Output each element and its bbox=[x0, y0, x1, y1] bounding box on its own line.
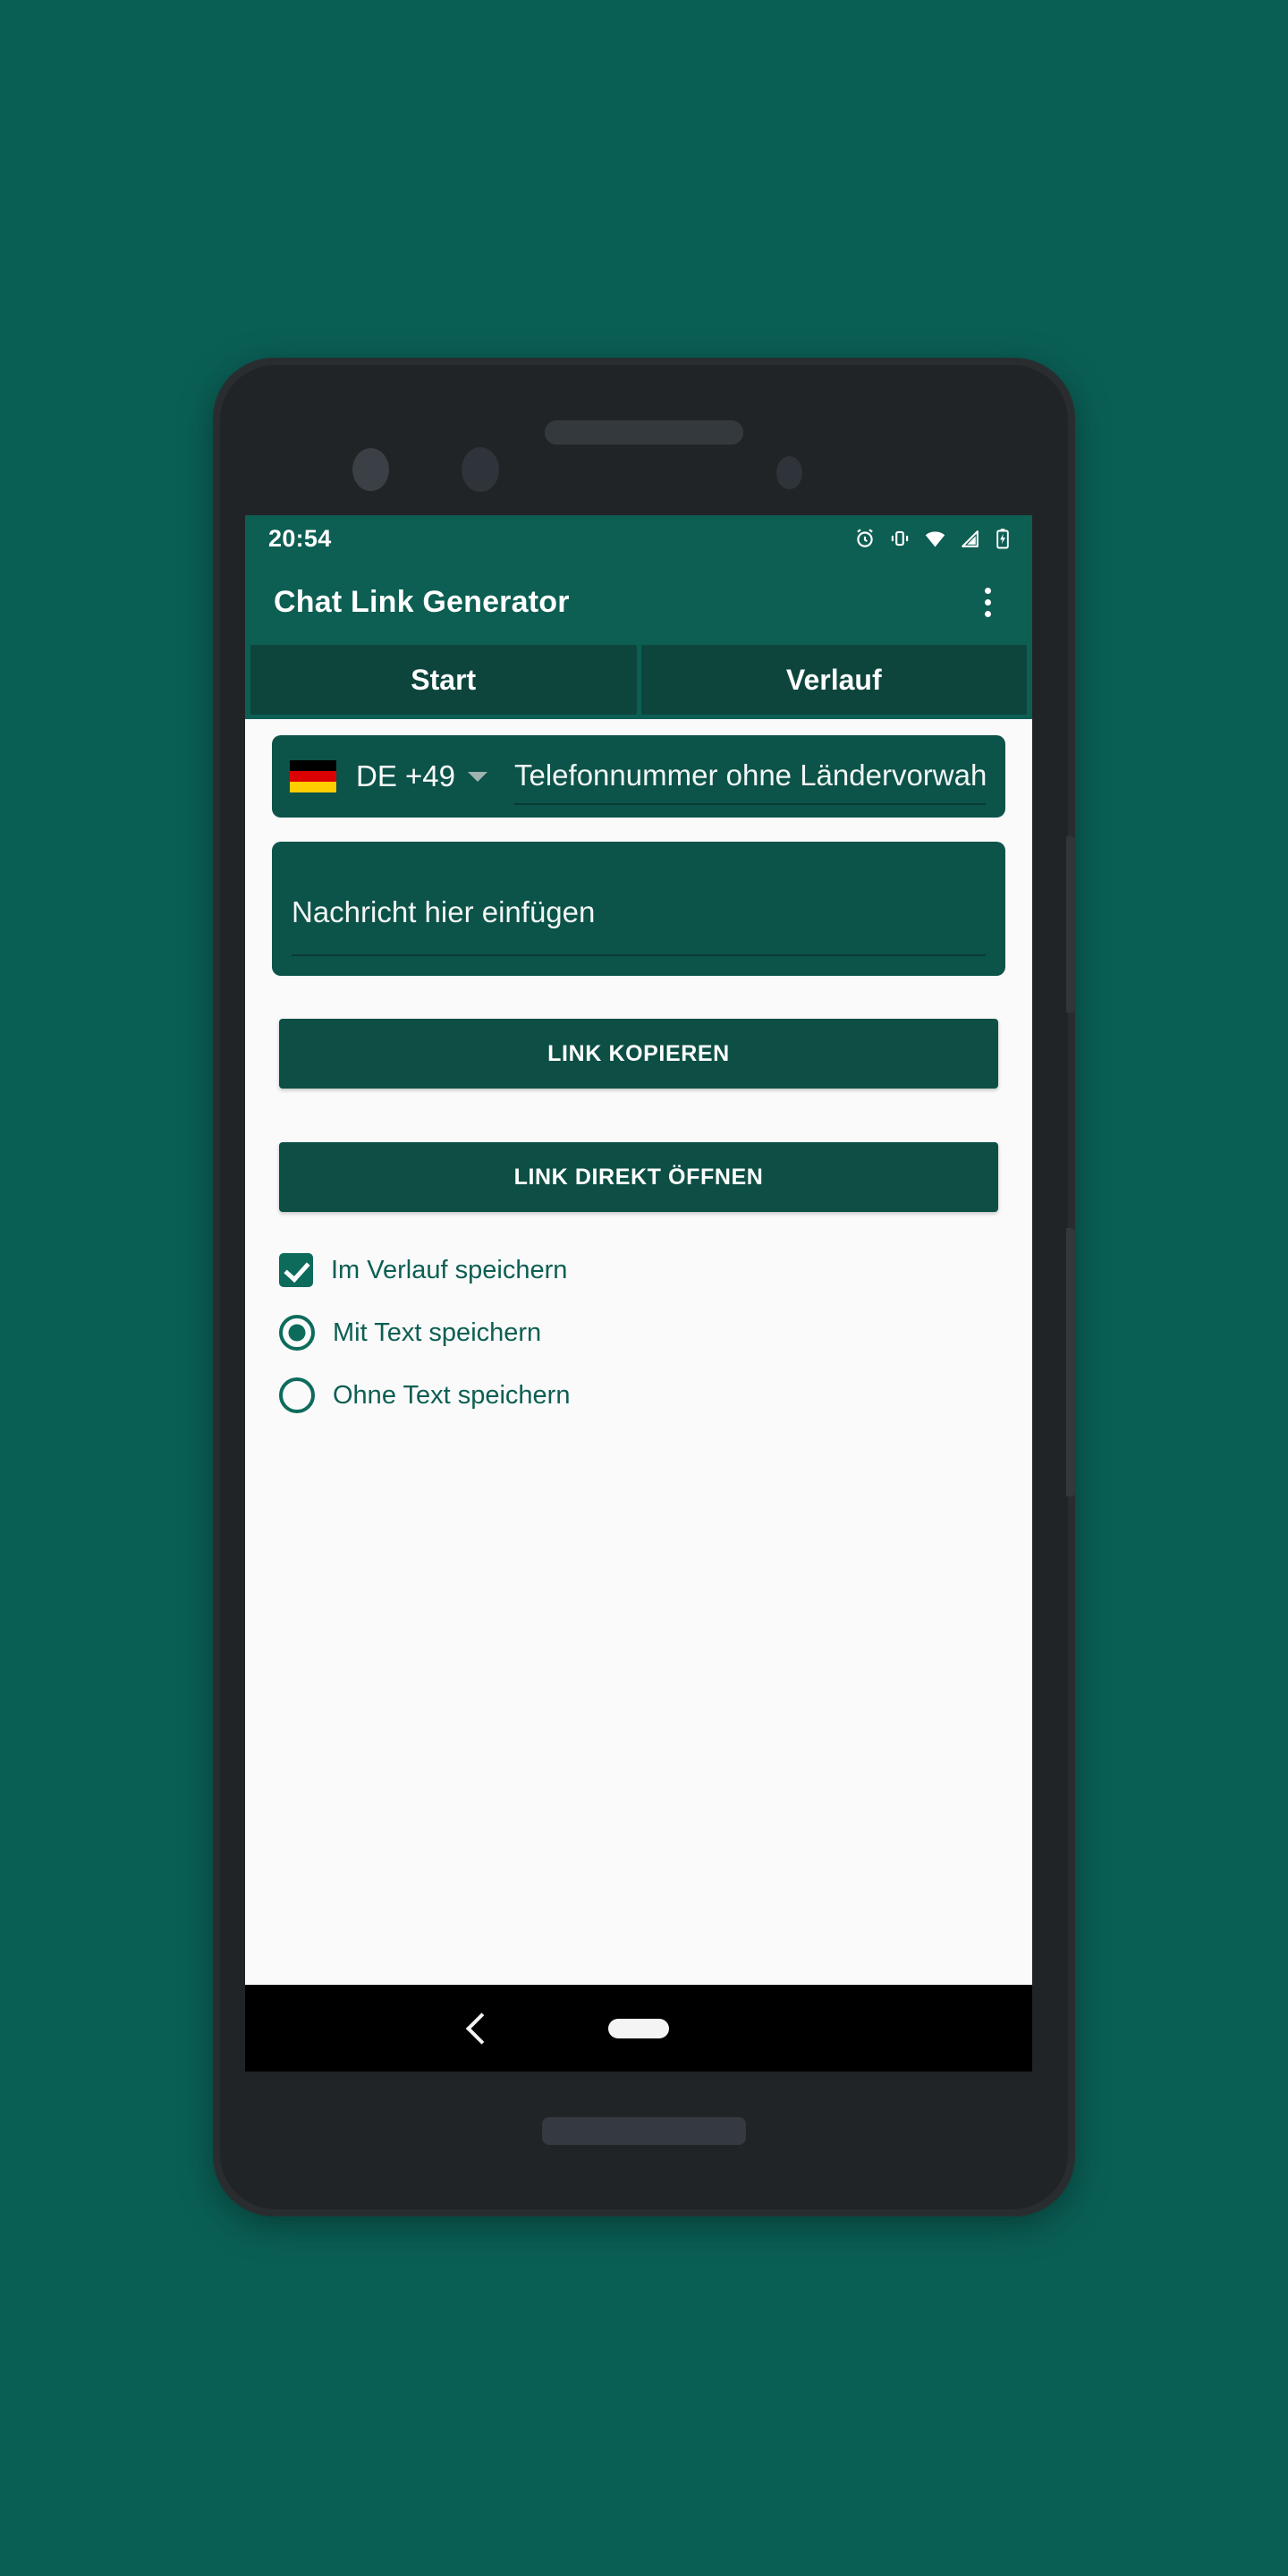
phone-number-row: DE +49 Telefonnummer ohne Ländervorwahl bbox=[272, 735, 1005, 818]
wifi-icon bbox=[923, 527, 947, 551]
country-code-label[interactable]: DE +49 bbox=[356, 759, 455, 793]
tab-verlauf[interactable]: Verlauf bbox=[640, 645, 1027, 715]
earpiece-speaker-icon bbox=[545, 420, 743, 445]
vibrate-icon bbox=[888, 527, 911, 550]
status-clock: 20:54 bbox=[268, 524, 332, 552]
power-button[interactable] bbox=[1066, 1228, 1076, 1496]
back-chevron-icon[interactable] bbox=[465, 2012, 498, 2045]
option-save-to-history[interactable]: Im Verlauf speichern bbox=[279, 1239, 1005, 1301]
phone-number-placeholder: Telefonnummer ohne Ländervorwahl bbox=[514, 758, 986, 792]
status-icons bbox=[853, 527, 1013, 551]
page-title: Chat Link Generator bbox=[274, 584, 570, 619]
tab-start[interactable]: Start bbox=[250, 645, 637, 715]
status-bar: 20:54 bbox=[245, 515, 1032, 562]
sensor-dot-icon bbox=[352, 448, 389, 491]
message-input[interactable]: Nachricht hier einfügen bbox=[272, 842, 1005, 976]
phone-number-input[interactable]: Telefonnummer ohne Ländervorwahl bbox=[514, 748, 986, 805]
more-vert-icon[interactable] bbox=[966, 576, 1009, 628]
message-underline bbox=[292, 954, 986, 956]
phone-device-frame: 20:54 Chat Link Generator Start Verlauf … bbox=[213, 358, 1076, 2216]
battery-charging-icon bbox=[993, 528, 1013, 549]
checkbox-checked-icon[interactable] bbox=[279, 1253, 313, 1287]
bottom-speaker-grille-icon bbox=[542, 2117, 746, 2145]
option-label: Im Verlauf speichern bbox=[331, 1255, 568, 1284]
cellular-signal-icon bbox=[959, 528, 981, 550]
message-placeholder: Nachricht hier einfügen bbox=[292, 895, 596, 928]
chevron-down-icon[interactable] bbox=[468, 771, 487, 782]
volume-rocker-button[interactable] bbox=[1066, 836, 1076, 1013]
option-save-with-text[interactable]: Mit Text speichern bbox=[279, 1301, 1005, 1364]
alarm-icon bbox=[853, 527, 877, 550]
tab-bar: Start Verlauf bbox=[245, 642, 1032, 719]
phone-bezel: 20:54 Chat Link Generator Start Verlauf … bbox=[220, 365, 1076, 2209]
option-save-without-text[interactable]: Ohne Text speichern bbox=[279, 1364, 1005, 1427]
home-pill-icon[interactable] bbox=[608, 2018, 669, 2038]
flag-de-icon bbox=[290, 759, 336, 793]
option-label: Mit Text speichern bbox=[333, 1318, 542, 1347]
radio-unselected-icon[interactable] bbox=[279, 1377, 315, 1413]
options-group: Im Verlauf speichern Mit Text speichern … bbox=[272, 1239, 1005, 1427]
phone-screen: 20:54 Chat Link Generator Start Verlauf … bbox=[245, 515, 1032, 2072]
main-content: DE +49 Telefonnummer ohne Ländervorwahl … bbox=[245, 719, 1032, 1985]
copy-link-button[interactable]: LINK KOPIEREN bbox=[279, 1019, 998, 1089]
open-link-button[interactable]: LINK DIREKT ÖFFNEN bbox=[279, 1142, 998, 1212]
led-dot-icon bbox=[776, 456, 802, 489]
app-bar: Chat Link Generator bbox=[245, 562, 1032, 642]
option-label: Ohne Text speichern bbox=[333, 1380, 571, 1410]
system-navigation-bar bbox=[245, 1985, 1032, 2072]
front-camera-dot-icon bbox=[462, 447, 499, 492]
radio-selected-icon[interactable] bbox=[279, 1315, 315, 1351]
